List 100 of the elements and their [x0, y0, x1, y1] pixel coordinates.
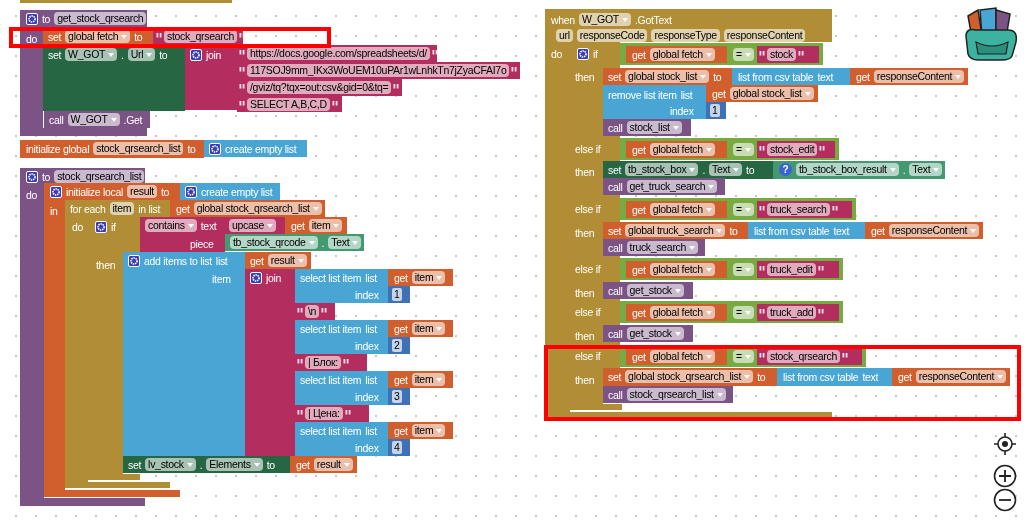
- number-block[interactable]: 2: [388, 337, 410, 354]
- dropdown[interactable]: tb_stock_box: [625, 163, 699, 176]
- set-variable-block[interactable]: set global stock_qrsearch_list to list from csv table text get responseContent: [603, 368, 1010, 386]
- dropdown[interactable]: =: [733, 143, 754, 156]
- text-field[interactable]: stock_qrsearch: [767, 350, 840, 363]
- get-variable-block[interactable]: get global fetch: [626, 141, 727, 158]
- text-block[interactable]: \n: [295, 303, 335, 320]
- number-field[interactable]: 4: [392, 441, 402, 454]
- number-field[interactable]: 3: [392, 390, 402, 403]
- number-block[interactable]: 1: [388, 286, 410, 303]
- dropdown[interactable]: get_stock: [626, 284, 684, 297]
- dropdown[interactable]: global stock_qrsearch_list: [193, 202, 322, 215]
- help-button[interactable]: ?: [779, 163, 792, 176]
- backpack-icon[interactable]: [962, 6, 1020, 62]
- number-block[interactable]: 4: [388, 439, 410, 456]
- compare-block[interactable]: = get global fetch stock: [620, 43, 823, 65]
- text-field[interactable]: stock_edit: [767, 143, 818, 156]
- text-field[interactable]: truck_edit: [767, 263, 816, 276]
- text-block[interactable]: stock_edit: [757, 141, 835, 158]
- text-field[interactable]: stock: [767, 48, 796, 61]
- call-block[interactable]: call get_stock: [603, 282, 693, 299]
- dropdown[interactable]: global fetch: [649, 143, 715, 156]
- number-field[interactable]: 1: [392, 288, 402, 301]
- event-block[interactable]: [545, 9, 1010, 419]
- dropdown[interactable]: global fetch: [65, 30, 131, 43]
- number-field[interactable]: 1: [710, 104, 720, 117]
- dropdown[interactable]: item: [308, 219, 343, 232]
- gear-icon[interactable]: [26, 170, 38, 183]
- list-block[interactable]: list from csv table text get responseContent: [748, 222, 983, 239]
- text-field[interactable]: truck_search: [767, 203, 830, 216]
- name-field[interactable]: item: [109, 202, 135, 215]
- set-variable-block[interactable]: set global stock_list to list from csv table text get responseContent: [603, 68, 968, 85]
- text-field[interactable]: SELECT A,B,C,D: [247, 98, 330, 111]
- dropdown[interactable]: global fetch: [649, 350, 715, 363]
- dropdown[interactable]: Text: [328, 236, 362, 249]
- dropdown[interactable]: get_stock: [626, 327, 684, 340]
- compare-block[interactable]: = get global fetch truck_search: [620, 198, 856, 220]
- name-field[interactable]: stock_qrsearch_list: [54, 170, 145, 183]
- list-block[interactable]: select list item list index get item 3: [295, 371, 453, 405]
- get-variable-block[interactable]: get global fetch: [626, 261, 727, 278]
- text-block[interactable]: truck_search: [757, 201, 852, 218]
- dropdown[interactable]: item: [411, 424, 446, 437]
- dropdown[interactable]: global fetch: [649, 48, 715, 61]
- gear-icon[interactable]: [185, 185, 197, 198]
- text-field[interactable]: https://docs.google.com/spreadsheets/d/: [247, 47, 430, 60]
- get-variable-block[interactable]: get global fetch: [626, 46, 727, 63]
- component-getter-block[interactable]: tb_stock_qrcode . Text: [225, 234, 364, 251]
- gear-icon[interactable]: [128, 254, 140, 267]
- text-field[interactable]: | Блок:: [305, 356, 341, 369]
- list-block[interactable]: select list item list index get item 2: [295, 320, 453, 354]
- dropdown[interactable]: item: [411, 322, 446, 335]
- gear-icon[interactable]: [209, 142, 221, 155]
- text-block[interactable]: truck_edit: [757, 261, 839, 278]
- number-block[interactable]: 1: [706, 102, 726, 119]
- text-block[interactable]: 117SOJ9mm_IKx3WoUEM10uPAr1wLnhkTn7jZyaCFAI7o: [237, 62, 520, 79]
- number-field[interactable]: 2: [392, 339, 402, 352]
- text-field[interactable]: \n: [305, 305, 320, 318]
- dropdown[interactable]: truck_search: [626, 241, 699, 254]
- dropdown[interactable]: responseContent: [888, 224, 980, 237]
- text-field[interactable]: stock_qrsearch: [164, 30, 237, 43]
- name-field[interactable]: responseContent: [723, 29, 806, 42]
- get-variable-block[interactable]: get item: [388, 371, 453, 388]
- dropdown[interactable]: =: [733, 48, 754, 61]
- list-block[interactable]: list from csv table text get responseContent: [777, 368, 1010, 386]
- gear-icon[interactable]: [26, 12, 38, 25]
- text-field[interactable]: | Цена:: [305, 407, 343, 420]
- get-variable-block[interactable]: get item: [388, 269, 453, 286]
- dropdown[interactable]: Text: [909, 163, 943, 176]
- recenter-icon[interactable]: [993, 432, 1017, 456]
- dropdown[interactable]: item: [411, 271, 446, 284]
- get-variable-block[interactable]: get responseContent: [892, 368, 1010, 386]
- gear-icon[interactable]: [50, 185, 62, 198]
- gear-icon[interactable]: [577, 47, 589, 60]
- list-block[interactable]: list from csv table text get responseContent: [732, 68, 968, 85]
- zoom-in-icon[interactable]: [993, 464, 1017, 488]
- call-block[interactable]: call truck_search: [603, 239, 705, 256]
- name-field[interactable]: result: [127, 185, 157, 198]
- text-operation-block[interactable]: upcase get item: [225, 217, 347, 234]
- text-field[interactable]: 117SOJ9mm_IKx3WoUEM10uPAr1wLnhkTn7jZyaCFAI7o: [247, 64, 510, 77]
- dropdown[interactable]: lv_stock: [145, 458, 196, 471]
- compare-block[interactable]: = get global fetch truck_add: [620, 301, 843, 323]
- get-variable-block[interactable]: get global stock_qrsearch_list: [170, 200, 325, 217]
- text-block[interactable]: truck_add: [757, 304, 839, 321]
- dropdown[interactable]: =: [733, 350, 754, 363]
- compare-block[interactable]: = get global fetch stock_edit: [620, 138, 839, 160]
- text-field[interactable]: /gviz/tq?tqx=out:csv&gid=0&tq=: [247, 81, 392, 94]
- dropdown[interactable]: global stock_qrsearch_list: [625, 370, 754, 383]
- text-block[interactable]: | Цена:: [295, 405, 369, 422]
- dropdown[interactable]: global stock_list: [729, 87, 814, 100]
- set-variable-block[interactable]: set global truck_search to list from csv table text get responseContent: [603, 222, 983, 239]
- name-field[interactable]: stock_qrsearch_list: [93, 142, 184, 155]
- component-setter-block[interactable]: set tb_stock_box . Text to ? tb_stock_box_result . Text: [603, 161, 945, 179]
- dropdown[interactable]: Elements: [206, 458, 263, 471]
- dropdown[interactable]: tb_stock_qrcode: [230, 236, 318, 249]
- component-setter-block[interactable]: set W_GOT . Url to join https://docs.google.com/spreadsheets/d/ 117SOJ9mm_IKx3WoUEM10uPAr1wLnhkTn7jZyaCFAI7o /gviz/tq?tqx=out:csv&gid=0&tq= SELECT A,B,C,D: [43, 45, 520, 112]
- call-block[interactable]: call get_truck_search: [603, 178, 725, 195]
- dropdown[interactable]: tb_stock_box_result: [796, 163, 899, 176]
- text-block[interactable]: | Блок:: [295, 354, 367, 371]
- name-field[interactable]: responseCode: [576, 29, 648, 42]
- dropdown[interactable]: W_GOT: [578, 13, 631, 26]
